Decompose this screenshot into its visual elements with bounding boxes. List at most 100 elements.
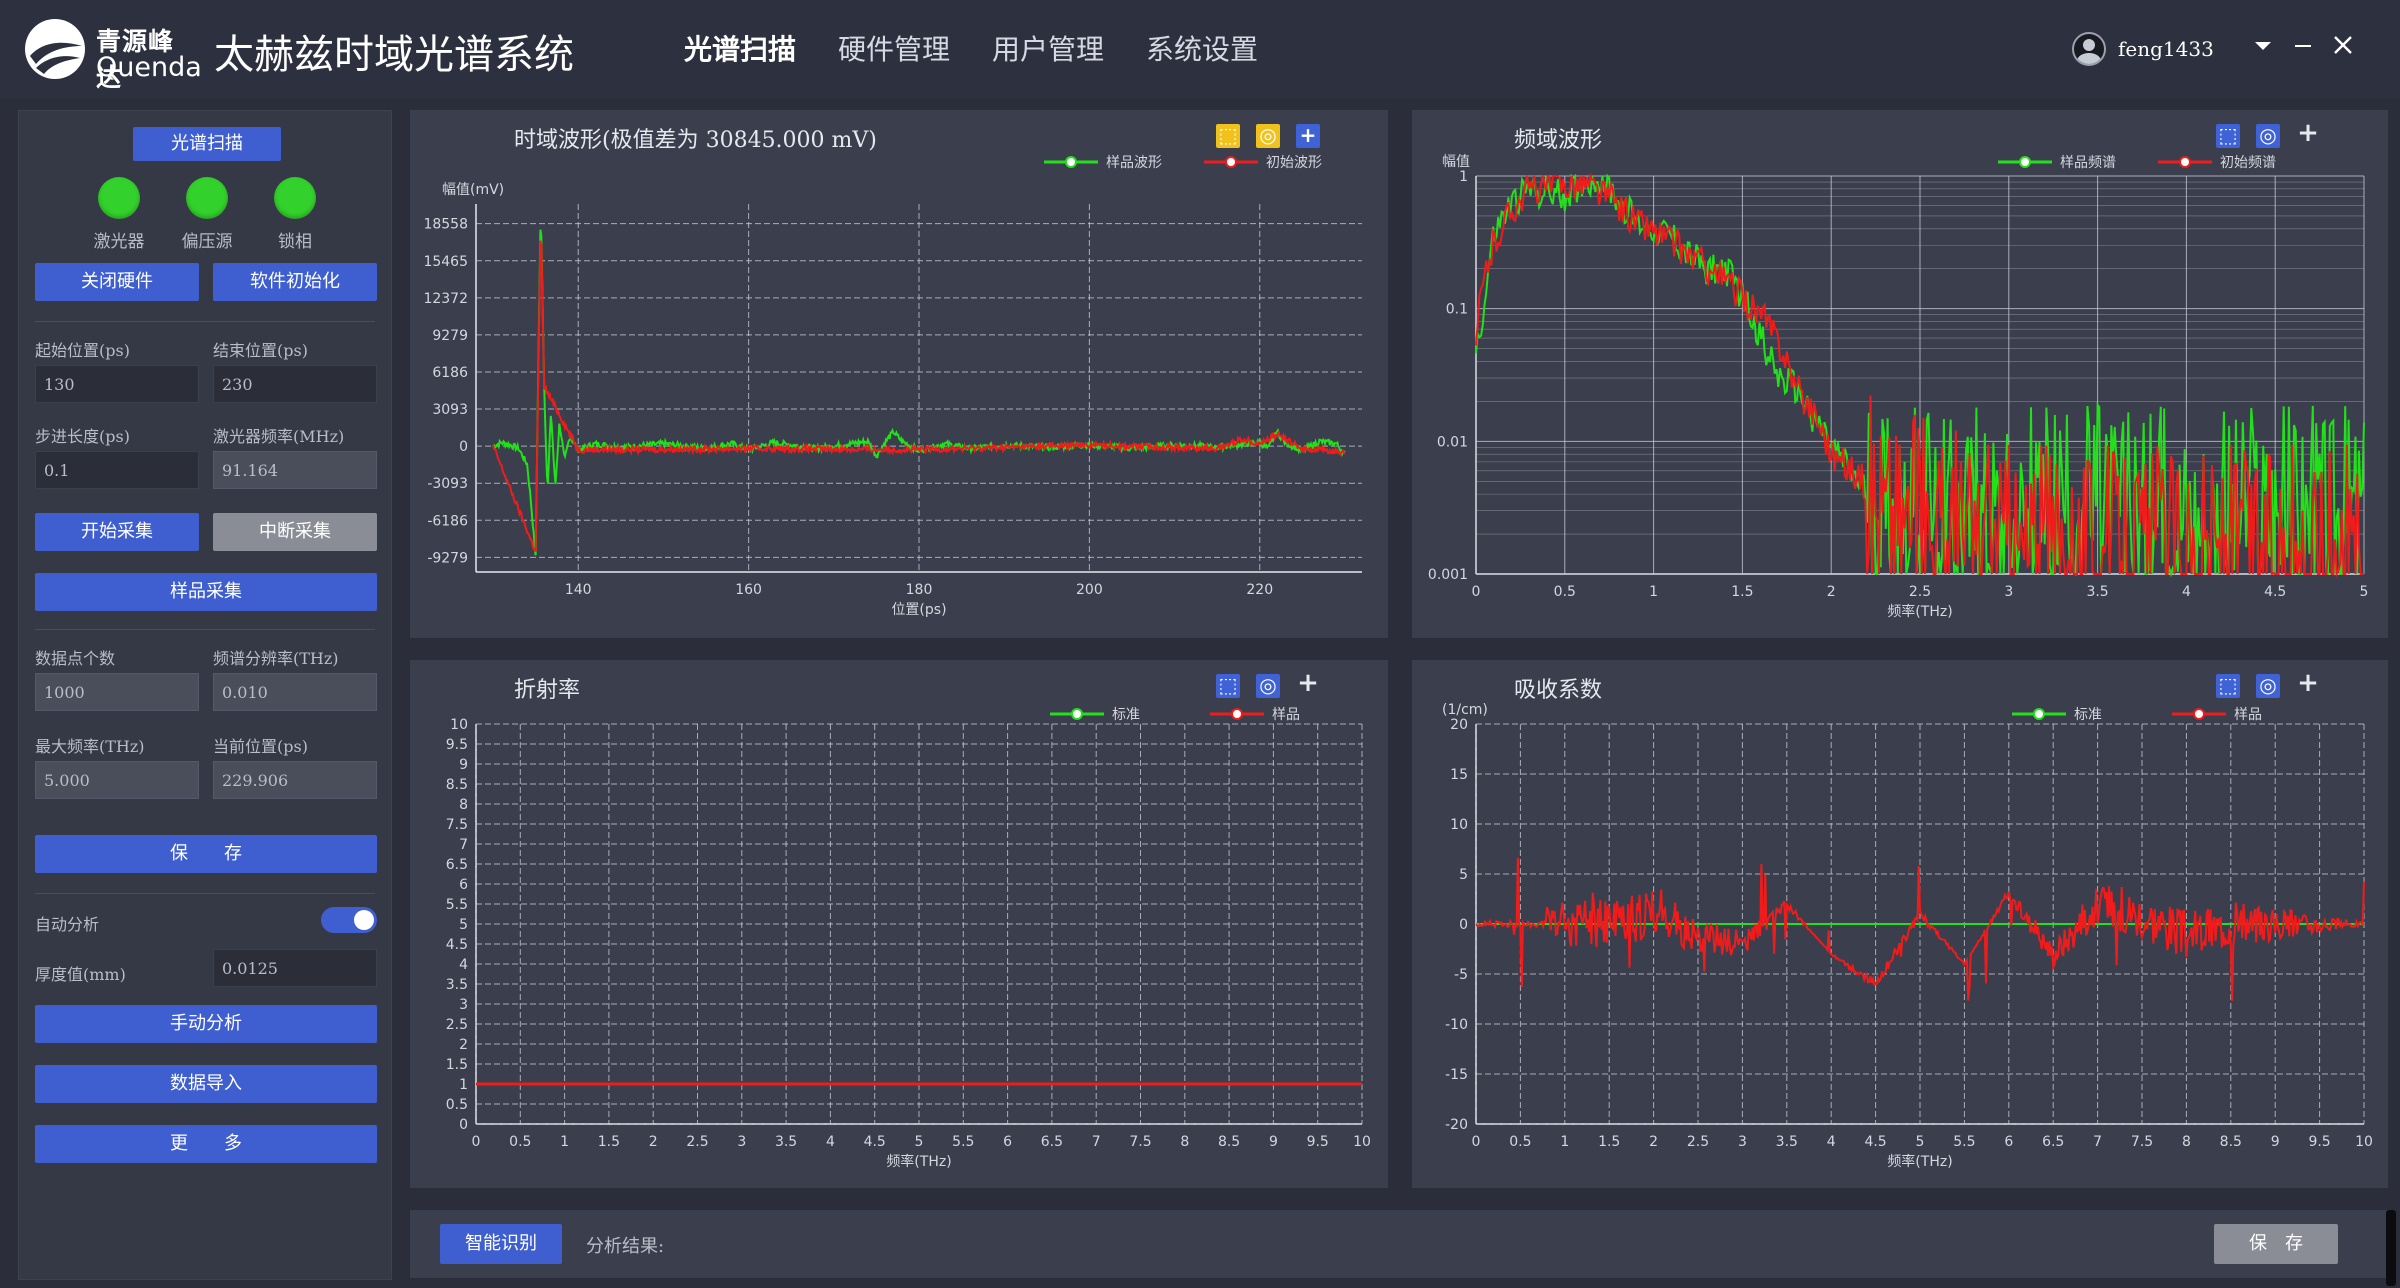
auto-analysis-toggle[interactable] [321, 907, 377, 933]
x-tick-label: 9 [1269, 1134, 1278, 1150]
spectrum-scan-button[interactable]: 光谱扫描 [133, 127, 281, 161]
x-tick-label: 0 [1472, 1134, 1481, 1150]
y-tick-label: 0 [459, 1117, 468, 1133]
box-select-icon[interactable]: ⬚ [2216, 124, 2240, 148]
x-tick-label: 3 [737, 1134, 746, 1150]
nav-hardware-management[interactable]: 硬件管理 [838, 28, 950, 68]
zoom-icon[interactable]: ◎ [2256, 674, 2280, 698]
legend-marker [2019, 156, 2031, 168]
software-init-button[interactable]: 软件初始化 [213, 263, 377, 301]
smart-identify-button[interactable]: 智能识别 [440, 1224, 562, 1264]
x-tick-label: 8.5 [2220, 1134, 2242, 1150]
zoom-icon[interactable]: ◎ [2256, 124, 2280, 148]
x-tick-label: 140 [565, 582, 592, 598]
legend-marker [1065, 156, 1077, 168]
refractive-index-title: 折射率 [514, 678, 581, 703]
add-icon[interactable]: + [2296, 120, 2320, 146]
y-tick-label: 20 [1450, 717, 1468, 733]
legend-label: 标准 [2074, 707, 2102, 723]
y-axis-label: (1/cm) [1442, 702, 1488, 718]
laser-indicator: 激光器 [94, 177, 145, 252]
y-tick-label: 9279 [432, 328, 468, 344]
nav-user-management[interactable]: 用户管理 [992, 28, 1104, 68]
user-menu[interactable]: feng1433 [2072, 32, 2214, 66]
save-result-button[interactable]: 保 存 [2214, 1224, 2338, 1264]
start-position-input[interactable]: 130 [35, 365, 199, 403]
absorption-coefficient-chart[interactable]: 20151050-5-10-15-200 0.5 1 1.5 2 2.5 3 3.5 4 4.5 5… [1412, 660, 2388, 1188]
nav-spectrum-scan[interactable]: 光谱扫描 [684, 28, 796, 68]
sample-acquisition-button[interactable]: 样品采集 [35, 573, 377, 611]
x-tick-label: 8 [1180, 1134, 1189, 1150]
minimize-icon[interactable] [2288, 30, 2318, 60]
save-button[interactable]: 保 存 [35, 835, 377, 873]
max-frequency-label: 最大频率(THz) [35, 737, 145, 756]
x-tick-label: 4 [826, 1134, 835, 1150]
box-select-icon[interactable]: ⬚ [1216, 674, 1240, 698]
frequency-domain-chart[interactable]: 1 0.1 0.01 0.0010 0.5 1 1.5 2 2.5 3 3.5 4 4.5 5 幅值频率(T… [1412, 110, 2388, 638]
manual-analysis-button[interactable]: 手动分析 [35, 1005, 377, 1043]
data-points-label: 数据点个数 [35, 649, 116, 668]
divider [35, 321, 375, 322]
refractive-index-chart[interactable]: 109.598.587.576.565.554.543.532.521.510.… [410, 660, 1388, 1188]
end-position-input[interactable]: 230 [213, 365, 377, 403]
time-domain-chart[interactable]: 18558 15465 12372 9279 6186 3093 0 -3093 -6186 -9… [410, 110, 1388, 638]
dropdown-arrow-icon[interactable] [2248, 30, 2278, 60]
add-icon[interactable]: + [1296, 670, 1320, 696]
x-tick-label: 4.5 [864, 1134, 886, 1150]
x-tick-label: 3 [2004, 584, 2013, 600]
x-tick-label: 6.5 [2042, 1134, 2064, 1150]
step-length-input[interactable]: 0.1 [35, 451, 199, 489]
quenda-logo-icon [25, 19, 85, 79]
y-tick-label: 2 [459, 1037, 468, 1053]
thickness-input[interactable]: 0.0125 [213, 949, 377, 987]
stop-acquisition-button[interactable]: 中断采集 [213, 513, 377, 551]
box-select-icon[interactable]: ⬚ [2216, 674, 2240, 698]
y-tick-label: 3 [459, 997, 468, 1013]
start-acquisition-button[interactable]: 开始采集 [35, 513, 199, 551]
y-tick-label: 0 [1459, 917, 1468, 933]
x-tick-label: 9 [2271, 1134, 2280, 1150]
nav-system-settings[interactable]: 系统设置 [1146, 28, 1258, 68]
step-length-label: 步进长度(ps) [35, 427, 130, 446]
frequency-resolution-field: 0.010 [213, 673, 377, 711]
y-tick-label: 3.5 [446, 977, 468, 993]
refractive-index-panel: 10 9.5 9 8.5 8 7.5 7 6.5 6 5.5 5 4.5 4 3.5 3 2.5 2 1.5 1 0.… [410, 660, 1388, 1188]
time-domain-panel: 18558 15465 12372 9279 6186 3093 0 -3093 -6186 -9… [410, 110, 1388, 638]
x-tick-label: 8.5 [1218, 1134, 1240, 1150]
x-axis-label: 位置(ps) [891, 602, 946, 618]
y-tick-label: 4 [459, 957, 468, 973]
bias-source-indicator: 偏压源 [182, 177, 233, 252]
x-tick-label: 5 [2360, 584, 2369, 600]
y-tick-label: 18558 [423, 217, 468, 233]
add-icon[interactable]: + [1296, 124, 1320, 148]
x-tick-label: 1 [1649, 584, 1658, 600]
thickness-label: 厚度值(mm) [35, 965, 126, 984]
toggle-knob [354, 910, 374, 930]
y-axis-label: 幅值(mV) [442, 182, 504, 198]
x-tick-label: 160 [735, 582, 762, 598]
y-tick-label: 8.5 [446, 777, 468, 793]
close-hardware-button[interactable]: 关闭硬件 [35, 263, 199, 301]
zoom-icon[interactable]: ◎ [1256, 674, 1280, 698]
frequency-domain-title: 频域波形 [1514, 128, 1603, 153]
x-tick-label: 2.5 [1687, 1134, 1709, 1150]
scrollbar[interactable] [2386, 1210, 2396, 1286]
box-select-icon[interactable]: ⬚ [1216, 124, 1240, 148]
x-tick-label: 2 [1827, 584, 1836, 600]
legend-label: 标准 [1112, 707, 1140, 723]
x-tick-label: 7 [1092, 1134, 1101, 1150]
data-import-button[interactable]: 数据导入 [35, 1065, 377, 1103]
y-tick-label: 1 [459, 1077, 468, 1093]
close-icon[interactable] [2328, 30, 2358, 60]
x-tick-label: 6.5 [1041, 1134, 1063, 1150]
more-button[interactable]: 更 多 [35, 1125, 377, 1163]
add-icon[interactable]: + [2296, 670, 2320, 696]
top-nav: 光谱扫描 硬件管理 用户管理 系统设置 [684, 28, 1258, 68]
x-tick-label: 4 [2182, 584, 2191, 600]
zoom-icon[interactable]: ◎ [1256, 124, 1280, 148]
x-tick-label: 1 [560, 1134, 569, 1150]
y-tick-label: 7.5 [446, 817, 468, 833]
x-tick-label: 0 [472, 1134, 481, 1150]
data-points-field: 1000 [35, 673, 199, 711]
x-tick-label: 10 [1353, 1134, 1371, 1150]
